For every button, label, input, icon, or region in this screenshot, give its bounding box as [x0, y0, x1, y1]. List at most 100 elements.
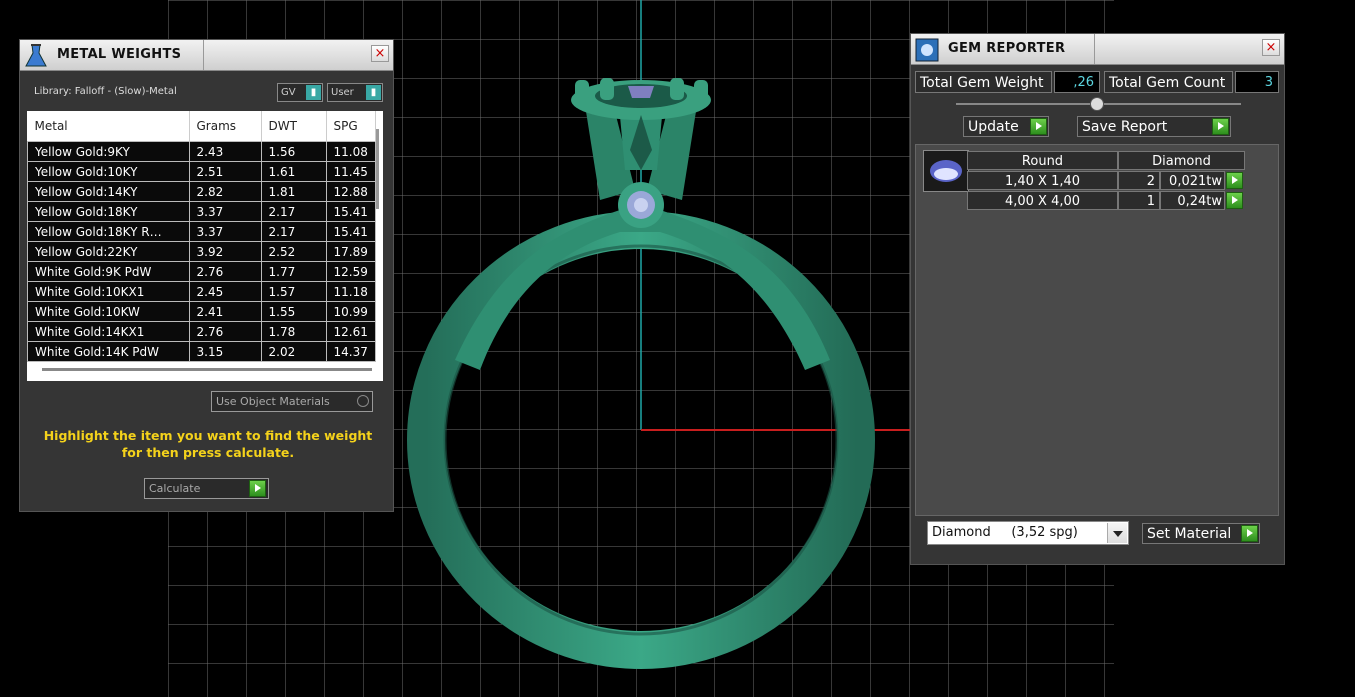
close-icon[interactable]: × [371, 45, 389, 62]
play-arrow-icon [1030, 118, 1047, 135]
gem-weight: 0,24tw [1160, 191, 1225, 210]
column-header[interactable]: SPG [326, 111, 376, 142]
table-cell: 1.55 [260, 301, 327, 322]
table-cell: 15.41 [325, 201, 376, 222]
table-cell: 2.76 [188, 261, 262, 282]
table-row[interactable]: White Gold:10KX1 2.45 1.57 11.18 [27, 281, 376, 302]
column-header[interactable]: Metal [27, 111, 190, 142]
table-cell: 3.37 [188, 201, 262, 222]
table-row[interactable]: White Gold:14KX1 2.76 1.78 12.61 [27, 321, 376, 342]
table-cell: 11.45 [325, 161, 376, 182]
table-cell: White Gold:10KW [27, 301, 190, 322]
table-cell: 11.18 [325, 281, 376, 302]
table-cell: White Gold:9K PdW [27, 261, 190, 282]
play-arrow-icon [249, 480, 266, 497]
table-cell: 15.41 [325, 221, 376, 242]
table-cell: 2.52 [260, 241, 327, 262]
gem-size: 1,40 X 1,40 [967, 171, 1118, 190]
table-cell: Yellow Gold:10KY [27, 161, 190, 182]
table-row[interactable]: Yellow Gold:18KY R… 3.37 2.17 15.41 [27, 221, 376, 242]
gem-thumbnail[interactable] [923, 150, 969, 192]
table-cell: White Gold:14K PdW [27, 341, 190, 362]
column-header[interactable]: Grams [189, 111, 262, 142]
table-cell: White Gold:14KX1 [27, 321, 190, 342]
vertical-scrollbar[interactable] [376, 129, 379, 209]
gem-reporter-title: GEM REPORTER [948, 41, 1066, 56]
table-row[interactable]: White Gold:14K PdW 3.15 2.02 14.37 [27, 341, 376, 362]
gem-count: 1 [1118, 191, 1160, 210]
gem-icon [930, 160, 962, 182]
gem-reporter-panel: GEM REPORTER × Total Gem Weight ,26 Tota… [910, 33, 1285, 565]
gv-toggle-icon: ▮ [306, 85, 321, 100]
update-button[interactable]: Update [963, 116, 1049, 137]
size-slider-handle[interactable] [1090, 97, 1104, 111]
table-cell: 1.57 [260, 281, 327, 302]
table-cell: 17.89 [325, 241, 376, 262]
table-cell: 2.02 [260, 341, 327, 362]
calculate-label: Calculate [149, 482, 201, 495]
metal-weights-panel: METAL WEIGHTS × Library: Falloff - (Slow… [19, 39, 394, 512]
play-arrow-icon [1241, 525, 1258, 542]
metal-weights-titlebar[interactable]: METAL WEIGHTS × [20, 40, 393, 71]
play-arrow-icon[interactable] [1226, 192, 1243, 209]
report-icon [915, 38, 939, 62]
table-cell: White Gold:10KX1 [27, 281, 190, 302]
table-row[interactable]: Yellow Gold:14KY 2.82 1.81 12.88 [27, 181, 376, 202]
table-row[interactable]: White Gold:9K PdW 2.76 1.77 12.59 [27, 261, 376, 282]
total-gem-weight-label: Total Gem Weight [915, 71, 1052, 93]
table-cell: 2.51 [188, 161, 262, 182]
set-material-button[interactable]: Set Material [1142, 523, 1260, 544]
material-select[interactable]: Diamond (3,52 spg) [927, 521, 1129, 545]
user-toggle[interactable]: User ▮ [327, 83, 383, 102]
table-cell: Yellow Gold:18KY [27, 201, 190, 222]
table-cell: 12.88 [325, 181, 376, 202]
gem-size: 4,00 X 4,00 [967, 191, 1118, 210]
table-cell: 11.08 [325, 141, 376, 162]
calculate-button[interactable]: Calculate [144, 478, 269, 499]
use-object-materials-toggle[interactable]: Use Object Materials [211, 391, 373, 412]
table-cell: 12.61 [325, 321, 376, 342]
table-cell: 12.59 [325, 261, 376, 282]
table-cell: 2.41 [188, 301, 262, 322]
save-report-button[interactable]: Save Report [1077, 116, 1231, 137]
table-cell: 1.77 [260, 261, 327, 282]
table-header: Metal Grams DWT SPG [27, 111, 376, 142]
gv-toggle[interactable]: GV ▮ [277, 83, 323, 102]
library-label: Library: Falloff - (Slow)-Metal [34, 86, 177, 97]
toggle-circle-icon [357, 395, 369, 407]
close-icon[interactable]: × [1262, 39, 1280, 56]
metal-table[interactable]: Metal Grams DWT SPG Yellow Gold:9KY 2.43 1… [27, 111, 383, 381]
gem-weight: 0,021tw [1160, 171, 1225, 190]
table-row[interactable]: Yellow Gold:9KY 2.43 1.56 11.08 [27, 141, 376, 162]
gem-reporter-titlebar[interactable]: GEM REPORTER × [911, 34, 1284, 65]
table-row[interactable]: White Gold:10KW 2.41 1.55 10.99 [27, 301, 376, 322]
gem-list-area[interactable]: Round Diamond 1,40 X 1,40 2 0,021tw 4,00… [915, 144, 1279, 516]
use-object-materials-label: Use Object Materials [216, 395, 330, 408]
gem-count: 2 [1118, 171, 1160, 190]
metal-weights-title: METAL WEIGHTS [57, 47, 182, 62]
table-row[interactable]: Yellow Gold:10KY 2.51 1.61 11.45 [27, 161, 376, 182]
user-label: User [331, 87, 354, 98]
play-arrow-icon[interactable] [1226, 172, 1243, 189]
table-cell: 10.99 [325, 301, 376, 322]
table-cell: 1.81 [260, 181, 327, 202]
column-header[interactable]: DWT [261, 111, 327, 142]
table-cell: 1.56 [260, 141, 327, 162]
table-cell: 3.37 [188, 221, 262, 242]
table-cell: 14.37 [325, 341, 376, 362]
column-header-diamond: Diamond [1118, 151, 1245, 170]
chevron-down-icon[interactable] [1107, 523, 1127, 543]
total-gem-weight-value: ,26 [1054, 71, 1100, 93]
table-cell: 3.15 [188, 341, 262, 362]
play-arrow-icon [1212, 118, 1229, 135]
table-cell: 3.92 [188, 241, 262, 262]
table-row[interactable]: Yellow Gold:18KY 3.37 2.17 15.41 [27, 201, 376, 222]
column-header-round: Round [967, 151, 1118, 170]
table-row[interactable]: Yellow Gold:22KY 3.92 2.52 17.89 [27, 241, 376, 262]
user-toggle-icon: ▮ [366, 85, 381, 100]
flask-icon [25, 44, 47, 67]
table-cell: Yellow Gold:14KY [27, 181, 190, 202]
horizontal-scrollbar[interactable] [42, 368, 372, 371]
table-cell: 1.78 [260, 321, 327, 342]
table-cell: 2.82 [188, 181, 262, 202]
